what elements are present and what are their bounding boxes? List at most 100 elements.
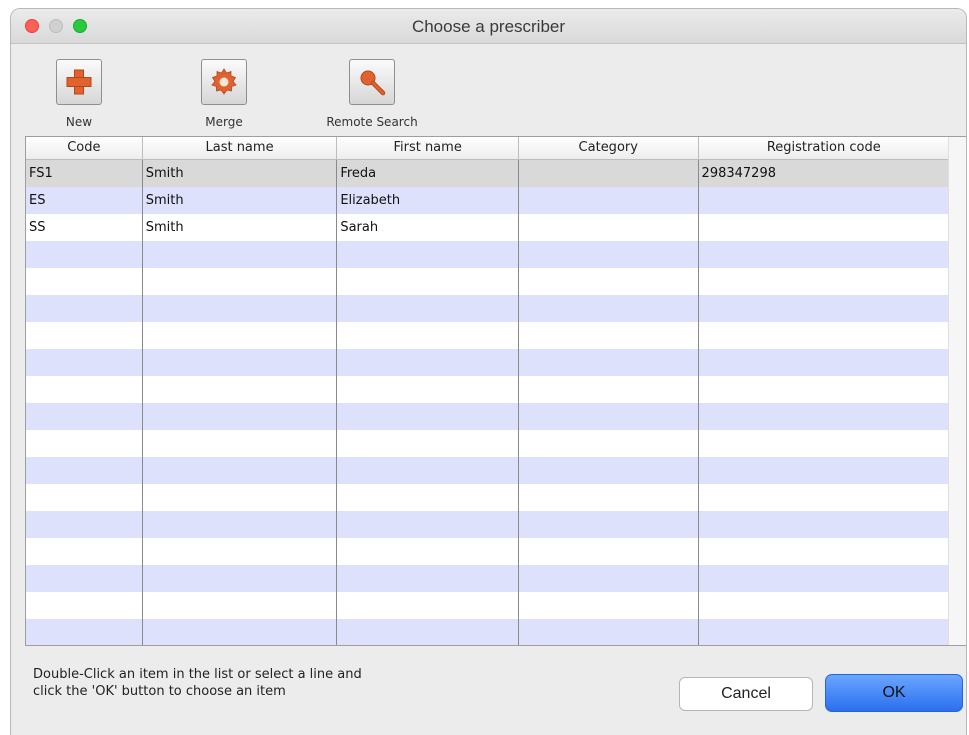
table-cell xyxy=(337,511,519,538)
table-cell xyxy=(699,187,949,214)
window-title: Choose a prescriber xyxy=(411,17,566,36)
table-cell xyxy=(699,322,949,349)
table-cell xyxy=(26,619,143,645)
table-row[interactable]: SS Smith Sarah xyxy=(26,214,949,241)
table-cell xyxy=(699,484,949,511)
column-header-first-name[interactable]: First name xyxy=(337,137,519,159)
gear-icon xyxy=(211,68,237,95)
merge-tool[interactable]: Merge xyxy=(191,59,257,129)
table-cell xyxy=(143,430,338,457)
empty-table-row[interactable] xyxy=(26,376,949,403)
table-cell xyxy=(26,295,143,322)
table-row[interactable]: ES Smith Elizabeth xyxy=(26,187,949,214)
instruction-line-1: Double-Click an item in the list or sele… xyxy=(33,667,362,682)
empty-table-row[interactable] xyxy=(26,295,949,322)
table-cell xyxy=(699,376,949,403)
table-body: FS1 Smith Freda 298347298 ES Smith Elizabeth SS… xyxy=(26,160,949,645)
ok-button[interactable]: OK xyxy=(825,674,963,712)
table-cell xyxy=(143,268,338,295)
title-bar[interactable]: Choose a prescriber xyxy=(11,9,966,44)
instruction-text: Double-Click an item in the list or sele… xyxy=(33,666,453,700)
table-cell: Sarah xyxy=(337,214,519,241)
table-header: Code Last name First name Category Regis… xyxy=(26,137,949,160)
table-cell xyxy=(143,322,338,349)
table-cell xyxy=(337,619,519,645)
magnifier-icon xyxy=(360,70,386,96)
merge-button[interactable] xyxy=(201,59,247,105)
table-cell xyxy=(337,430,519,457)
table-cell xyxy=(337,241,519,268)
table-cell xyxy=(26,322,143,349)
table-cell xyxy=(699,295,949,322)
table-row[interactable]: FS1 Smith Freda 298347298 xyxy=(26,160,949,187)
table-cell xyxy=(337,268,519,295)
table-cell: Smith xyxy=(143,187,338,214)
table-cell: FS1 xyxy=(26,160,143,187)
table-cell xyxy=(337,538,519,565)
table-cell xyxy=(143,484,338,511)
column-header-code[interactable]: Code xyxy=(26,137,143,159)
vertical-scrollbar[interactable] xyxy=(948,137,966,645)
table-cell xyxy=(337,457,519,484)
table-cell xyxy=(699,241,949,268)
table-cell xyxy=(143,241,338,268)
empty-table-row[interactable] xyxy=(26,457,949,484)
empty-table-row[interactable] xyxy=(26,592,949,619)
table-cell xyxy=(699,619,949,645)
table-cell xyxy=(26,430,143,457)
empty-table-row[interactable] xyxy=(26,565,949,592)
empty-table-row[interactable] xyxy=(26,484,949,511)
empty-table-row[interactable] xyxy=(26,619,949,645)
table-cell xyxy=(519,295,699,322)
remote-search-button[interactable] xyxy=(349,59,395,105)
merge-label: Merge xyxy=(205,115,243,129)
empty-table-row[interactable] xyxy=(26,403,949,430)
table-cell xyxy=(143,565,338,592)
empty-table-row[interactable] xyxy=(26,322,949,349)
table-cell xyxy=(699,511,949,538)
table-cell xyxy=(26,484,143,511)
table-cell xyxy=(26,592,143,619)
empty-table-row[interactable] xyxy=(26,511,949,538)
table-cell xyxy=(143,403,338,430)
table-cell xyxy=(519,511,699,538)
table-cell xyxy=(699,268,949,295)
empty-table-row[interactable] xyxy=(26,241,949,268)
empty-table-row[interactable] xyxy=(26,349,949,376)
table-cell xyxy=(519,430,699,457)
prescriber-table[interactable]: Code Last name First name Category Regis… xyxy=(25,136,966,646)
plus-icon xyxy=(66,69,92,95)
table-cell xyxy=(519,376,699,403)
table-cell xyxy=(519,565,699,592)
new-tool[interactable]: New xyxy=(49,59,109,129)
table-cell xyxy=(26,457,143,484)
table-cell xyxy=(143,619,338,645)
column-header-category[interactable]: Category xyxy=(519,137,699,159)
column-header-last-name[interactable]: Last name xyxy=(143,137,338,159)
table-cell xyxy=(519,538,699,565)
table-cell xyxy=(143,376,338,403)
table-cell xyxy=(337,484,519,511)
new-button[interactable] xyxy=(56,59,102,105)
empty-table-row[interactable] xyxy=(26,268,949,295)
table-cell xyxy=(26,241,143,268)
column-header-registration-code[interactable]: Registration code xyxy=(699,137,949,159)
table-cell xyxy=(337,322,519,349)
table-cell xyxy=(699,349,949,376)
table-cell xyxy=(519,349,699,376)
table-cell xyxy=(143,592,338,619)
remote-search-tool[interactable]: Remote Search xyxy=(317,59,427,129)
table-cell: Elizabeth xyxy=(337,187,519,214)
table-cell xyxy=(519,403,699,430)
table-cell xyxy=(337,592,519,619)
cancel-button[interactable]: Cancel xyxy=(679,677,813,711)
empty-table-row[interactable] xyxy=(26,430,949,457)
table-cell xyxy=(519,619,699,645)
table-cell xyxy=(519,457,699,484)
empty-table-row[interactable] xyxy=(26,538,949,565)
table-cell xyxy=(699,592,949,619)
table-cell xyxy=(519,592,699,619)
table-cell xyxy=(699,403,949,430)
table-cell xyxy=(143,295,338,322)
table-cell xyxy=(337,295,519,322)
